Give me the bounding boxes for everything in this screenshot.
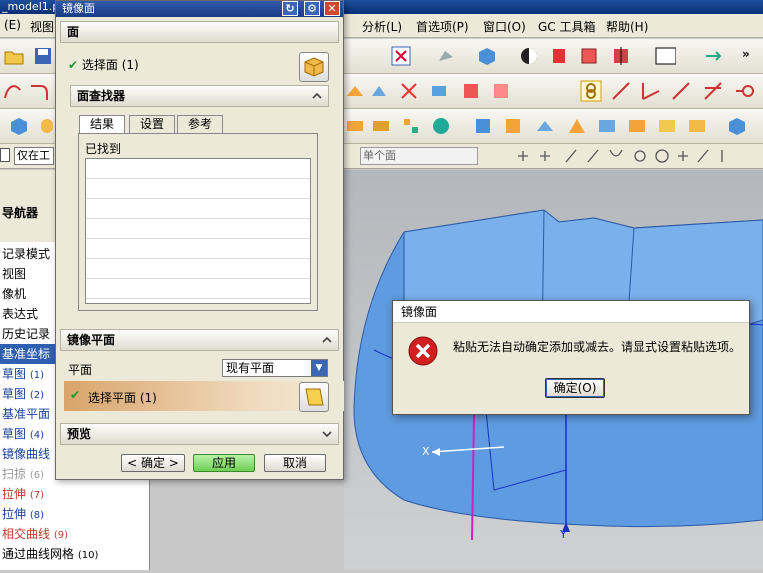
results-tab-panel: 已找到 — [78, 133, 318, 311]
face-section-header[interactable]: 面 — [60, 21, 339, 43]
filter-dropdown[interactable]: 仅在工 — [14, 147, 54, 165]
cancel-button[interactable]: 取消 — [264, 454, 326, 472]
diag-line-icon[interactable] — [670, 80, 692, 102]
circle-line-icon[interactable] — [734, 80, 756, 102]
select-face-label: 选择面 (1) — [81, 58, 139, 72]
sweep-icon[interactable] — [344, 80, 366, 102]
filter-checkbox[interactable] — [0, 148, 10, 162]
replace-face-icon[interactable] — [626, 115, 648, 137]
save-icon[interactable] — [32, 45, 54, 67]
plane-type-select[interactable]: 现有平面 ▼ — [222, 359, 328, 377]
nav-item-intersect-curve[interactable]: 相交曲线 (9) — [0, 524, 150, 544]
revolve-icon[interactable] — [370, 115, 392, 137]
pattern-icon[interactable] — [400, 115, 422, 137]
menu-edit[interactable]: (E) — [4, 18, 21, 32]
chevron-up-icon — [322, 336, 332, 343]
apply-button[interactable]: 应用 — [193, 454, 255, 472]
chevron-down-icon — [322, 431, 332, 438]
line-icon[interactable] — [610, 80, 632, 102]
boolean-icon[interactable] — [430, 115, 452, 137]
nav-item-extrude-8[interactable]: 拉伸 (8) — [0, 504, 150, 524]
error-dialog: 镜像面 粘贴无法自动确定添加或减去。请显式设置粘贴选项。 确定(O) — [392, 300, 750, 415]
error-message: 粘贴无法自动确定添加或减去。请显式设置粘贴选项。 — [453, 340, 742, 354]
color-box-icon[interactable] — [654, 45, 676, 67]
tab-settings[interactable]: 设置 — [129, 115, 175, 133]
mirror-face-dialog: 镜像面 ↻ ⚙ ✕ 面 ✔ 选择面 (1) 面查找器 结果 设置 参考 已找到 … — [55, 0, 344, 480]
move-object-icon[interactable] — [702, 45, 724, 67]
select-plane-button[interactable] — [299, 382, 329, 412]
section-icon[interactable] — [610, 45, 632, 67]
y-axis-label: Y — [560, 528, 567, 541]
menu-window[interactable]: 窗口(O) — [483, 18, 526, 35]
mirror-plane-header[interactable]: 镜像平面 — [60, 329, 339, 351]
red-cube-icon[interactable] — [548, 45, 570, 67]
trim-icon[interactable] — [398, 80, 420, 102]
snap-view-icon[interactable] — [390, 45, 412, 67]
error-dialog-titlebar: 镜像面 — [393, 301, 749, 323]
check-icon: ✔ — [68, 58, 79, 72]
snap-point-icons[interactable] — [514, 148, 754, 164]
found-list[interactable] — [85, 158, 311, 304]
tab-reference[interactable]: 参考 — [177, 115, 223, 133]
nav-item-extrude-7[interactable]: 拉伸 (7) — [0, 484, 150, 504]
menu-view[interactable]: 视图 — [30, 18, 54, 35]
select-face-button[interactable] — [299, 52, 329, 82]
angle-line-icon[interactable] — [640, 80, 662, 102]
link-icon[interactable] — [580, 80, 602, 102]
select-plane-label: 选择平面 (1) — [88, 391, 157, 405]
dialog-title: 镜像面 — [62, 2, 95, 15]
grid-cube-icon[interactable] — [578, 45, 600, 67]
open-folder-icon[interactable] — [3, 45, 25, 67]
menu-gc-toolbox[interactable]: GC 工具箱 — [538, 18, 596, 35]
offset-face-icon[interactable] — [428, 80, 450, 102]
chevron-up-icon — [312, 92, 322, 99]
shaded-cube-icon[interactable] — [476, 45, 498, 67]
menu-analysis[interactable]: 分析(L) — [362, 18, 402, 35]
curve-icon[interactable] — [2, 80, 24, 102]
plane-icon — [305, 388, 324, 406]
extract-icon[interactable] — [490, 80, 512, 102]
move-face-icon[interactable] — [686, 115, 708, 137]
face-cube-icon — [304, 57, 324, 77]
extrude-icon[interactable] — [344, 115, 366, 137]
plane-label: 平面 — [68, 363, 93, 377]
found-label: 已找到 — [85, 142, 122, 156]
scope-dropdown[interactable]: 单个面 — [360, 147, 478, 165]
cube-icon[interactable] — [726, 115, 748, 137]
ok-button[interactable]: < 确定 > — [121, 454, 185, 472]
check-icon: ✔ — [70, 388, 81, 402]
wcs-icon[interactable] — [518, 45, 540, 67]
thicken-icon[interactable] — [502, 115, 524, 137]
select-face-row[interactable]: ✔ 选择面 (1) — [68, 56, 268, 76]
arc-icon[interactable] — [28, 80, 50, 102]
render-style-icon[interactable] — [435, 45, 457, 67]
draft-icon[interactable] — [368, 80, 390, 102]
blend-icon[interactable] — [460, 80, 482, 102]
window-title: _model1.p — [2, 0, 60, 13]
nav-item-through-curve-mesh[interactable]: 通过曲线网格 (10) — [0, 544, 150, 564]
face-edit-icon[interactable] — [596, 115, 618, 137]
error-ok-button[interactable]: 确定(O) — [545, 378, 605, 398]
menu-preferences[interactable]: 首选项(P) — [416, 18, 469, 35]
preview-section-header[interactable]: 预览 — [60, 423, 339, 445]
dialog-titlebar: 镜像面 ↻ ⚙ ✕ — [56, 1, 343, 17]
x-axis-label: X — [422, 445, 430, 458]
navigator-title: 导航器 — [2, 206, 39, 220]
patch-icon[interactable] — [566, 115, 588, 137]
offset-icon[interactable] — [534, 115, 556, 137]
reset-icon[interactable]: ↻ — [282, 1, 298, 16]
tab-results[interactable]: 结果 — [79, 115, 125, 133]
menu-help[interactable]: 帮助(H) — [606, 18, 648, 35]
resize-face-icon[interactable] — [656, 115, 678, 137]
face-finder-header[interactable]: 面查找器 — [70, 85, 329, 107]
shell-icon[interactable] — [472, 115, 494, 137]
chevron-down-icon: ▼ — [311, 360, 327, 376]
box-icon[interactable] — [8, 115, 30, 137]
error-icon — [408, 336, 438, 366]
overflow-chevron-icon[interactable]: » — [742, 47, 750, 61]
cross-line-icon[interactable] — [702, 80, 724, 102]
gear-icon[interactable]: ⚙ — [304, 1, 320, 16]
close-icon[interactable]: ✕ — [324, 1, 340, 16]
